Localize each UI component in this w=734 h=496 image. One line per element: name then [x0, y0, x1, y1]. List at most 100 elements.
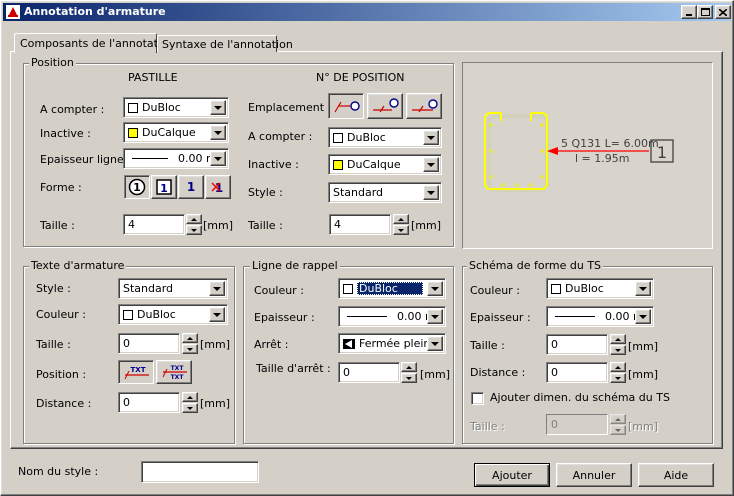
texte-taille-input[interactable]: 0: [118, 333, 180, 354]
filled-arrow-icon: [343, 338, 355, 349]
pastille-epaisseur-select[interactable]: 0.00 mi: [123, 148, 229, 169]
spin-up-icon[interactable]: [182, 392, 198, 402]
ajouter-button[interactable]: Ajouter: [474, 463, 550, 487]
pastille-header: PASTILLE: [128, 71, 178, 84]
chevron-down-icon[interactable]: [427, 336, 443, 351]
numero-taille-unit: [mm]: [411, 219, 442, 232]
preview-line1: 5 Q131 L= 6.00m: [561, 137, 659, 150]
schema-taille-input[interactable]: 0: [546, 334, 608, 355]
annuler-button[interactable]: Annuler: [556, 463, 632, 487]
pastille-a-compter-select[interactable]: DuBloc: [123, 97, 229, 118]
chevron-down-icon[interactable]: [635, 309, 651, 324]
nom-style-input[interactable]: [141, 461, 259, 483]
close-button[interactable]: [715, 5, 731, 19]
texte-couleur-select[interactable]: DuBloc: [118, 304, 228, 325]
chevron-down-icon[interactable]: [210, 100, 226, 115]
emplacement-right-button[interactable]: [406, 93, 442, 119]
minimize-button[interactable]: [681, 5, 697, 19]
chevron-down-icon[interactable]: [210, 125, 226, 140]
emplacement-mid-button[interactable]: [367, 93, 403, 119]
spin-down-icon[interactable]: [610, 345, 626, 355]
spin-up-icon[interactable]: [610, 362, 626, 372]
forme-square-button[interactable]: 1: [151, 175, 177, 199]
schema-couleur-select[interactable]: DuBloc: [546, 278, 654, 299]
texte-distance-label: Distance :: [36, 397, 92, 410]
spin-down-icon[interactable]: [401, 373, 417, 383]
spin-up-icon[interactable]: [401, 362, 417, 372]
texte-style-select[interactable]: Standard: [118, 278, 228, 299]
schema-taille-spinner[interactable]: [610, 334, 626, 355]
tab-syntaxe[interactable]: Syntaxe de l'annotation: [157, 35, 293, 52]
spin-up-icon[interactable]: [182, 333, 198, 343]
pastille-inactive-select[interactable]: DuCalque: [123, 122, 229, 143]
chevron-down-icon[interactable]: [427, 281, 443, 296]
emplacement-left-button[interactable]: [328, 93, 364, 119]
spin-down-icon[interactable]: [182, 344, 198, 354]
chevron-down-icon[interactable]: [209, 281, 225, 296]
title-bar[interactable]: Annotation d'armature: [3, 3, 731, 21]
pastille-a-compter-label: A compter :: [40, 103, 105, 116]
numero-a-compter-select[interactable]: DuBloc: [328, 127, 442, 148]
rappel-couleur-select[interactable]: DuBloc: [338, 278, 446, 299]
text-above-below-icon: TXT TXT: [162, 365, 187, 381]
aide-button[interactable]: Aide: [638, 463, 714, 487]
chevron-down-icon[interactable]: [427, 309, 443, 324]
pastille-forme-label: Forme :: [40, 181, 82, 194]
spin-down-icon[interactable]: [610, 373, 626, 383]
numero-taille-spinner[interactable]: [393, 214, 409, 235]
no-shape-icon: 1: [211, 181, 223, 195]
texte-taille-label: Taille :: [36, 338, 71, 351]
numero-inactive-select[interactable]: DuCalque: [328, 154, 442, 175]
rappel-taille-arret-input[interactable]: 0: [338, 362, 400, 383]
chevron-down-icon[interactable]: [423, 130, 439, 145]
texte-taille-spinner[interactable]: [182, 333, 198, 354]
color-swatch-yellow: [128, 127, 138, 138]
line-sample: [555, 316, 595, 317]
numero-style-select[interactable]: Standard: [328, 182, 442, 203]
app-icon: [5, 4, 21, 20]
schema-epaisseur-select[interactable]: 0.00 mr: [546, 306, 654, 327]
svg-text:TXT: TXT: [171, 374, 185, 381]
rappel-taille-arret-spinner[interactable]: [401, 362, 417, 383]
texte-distance-unit: [mm]: [200, 397, 231, 410]
schema-taille2-unit: [mm]: [628, 420, 659, 433]
chevron-down-icon[interactable]: [423, 157, 439, 172]
spin-up-icon[interactable]: [610, 334, 626, 344]
spin-down-icon[interactable]: [393, 225, 409, 235]
spin-down-icon[interactable]: [186, 225, 202, 235]
texte-distance-input[interactable]: 0: [118, 392, 180, 413]
spin-up-icon[interactable]: [186, 214, 202, 224]
schema-taille2-spinner: [610, 414, 626, 435]
texte-position-above-button[interactable]: TXT: [118, 360, 154, 384]
chevron-down-icon[interactable]: [209, 307, 225, 322]
texte-distance-spinner[interactable]: [182, 392, 198, 413]
ajouter-dimen-checkbox[interactable]: [471, 392, 484, 405]
forme-circle-button[interactable]: 1: [124, 175, 150, 199]
forme-none-button[interactable]: 1: [205, 175, 231, 199]
emplacement-label: Emplacement :: [248, 101, 332, 114]
leader-right-icon: [412, 99, 438, 113]
schema-distance-spinner[interactable]: [610, 362, 626, 383]
pastille-taille-spinner[interactable]: [186, 214, 202, 235]
spin-down-icon[interactable]: [182, 403, 198, 413]
numero-taille-input[interactable]: 4: [329, 214, 391, 235]
numero-taille-label: Taille :: [248, 219, 283, 232]
rappel-arret-select[interactable]: Fermée pleine: [338, 333, 446, 354]
pastille-taille-input[interactable]: 4: [123, 214, 185, 235]
line-sample: [347, 316, 387, 317]
schema-distance-input[interactable]: 0: [546, 362, 608, 383]
position-group-title: Position: [29, 56, 76, 69]
maximize-button[interactable]: [697, 5, 713, 19]
forme-plain-button[interactable]: 1: [178, 175, 204, 199]
chevron-down-icon[interactable]: [210, 151, 226, 166]
texte-position-both-button[interactable]: TXT TXT: [156, 360, 192, 384]
schema-distance-unit: [mm]: [628, 368, 659, 381]
rappel-epaisseur-select[interactable]: 0.00 mr: [338, 306, 446, 327]
rappel-epaisseur-label: Epaisseur :: [254, 311, 315, 324]
chevron-down-icon[interactable]: [635, 281, 651, 296]
tab-composants[interactable]: Composants de l'annotation: [14, 33, 175, 53]
spin-up-icon[interactable]: [393, 214, 409, 224]
numero-style-label: Style :: [248, 186, 283, 199]
nom-style-label: Nom du style :: [18, 465, 99, 478]
chevron-down-icon[interactable]: [423, 185, 439, 200]
